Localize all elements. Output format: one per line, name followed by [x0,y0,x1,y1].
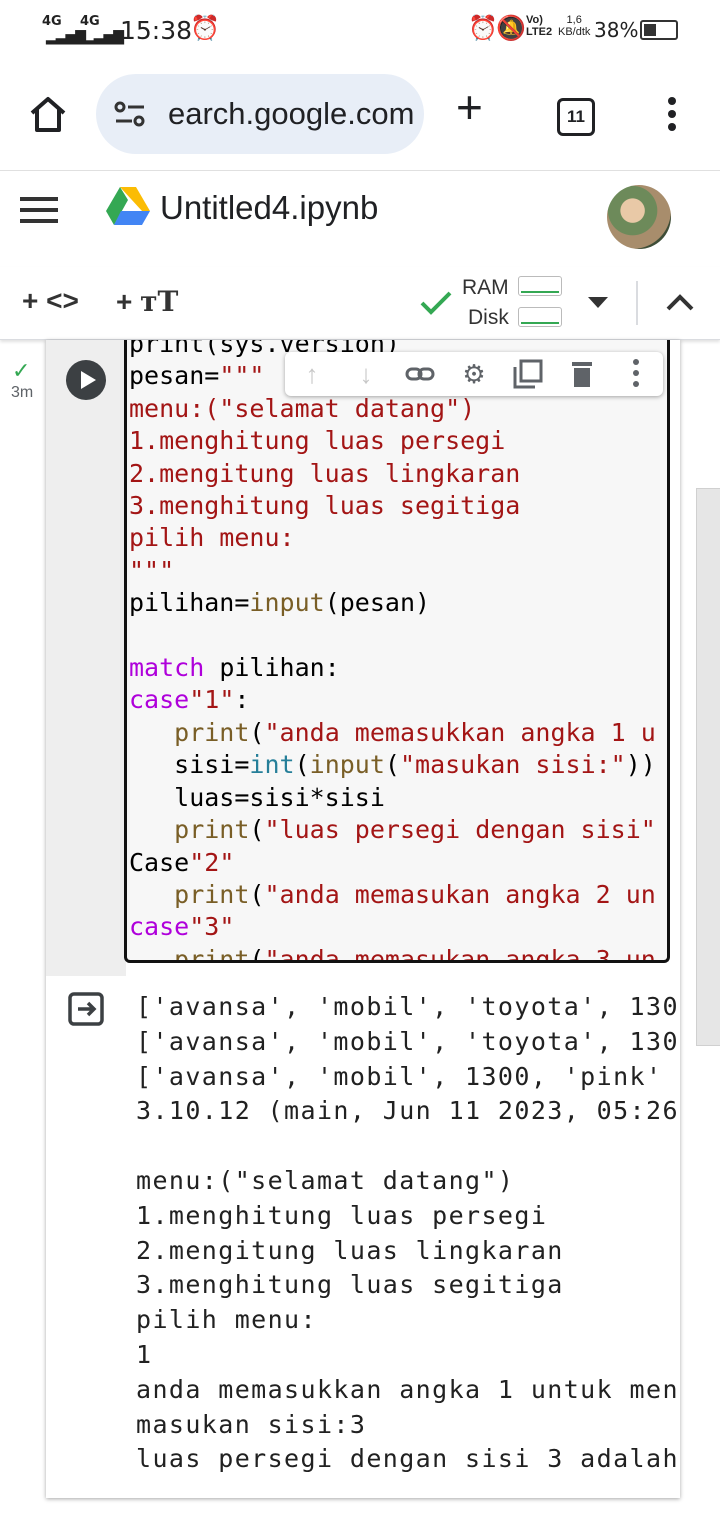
volte-indicator: Vo) LTE2 [526,14,553,38]
code-line: sisi=int(input("masukan sisi:")) [129,750,656,780]
output-text: ['avansa', 'mobil', 'toyota', 130 ['avan… [136,990,679,1477]
tab-switcher-button[interactable]: 11 [557,98,595,136]
output-line: pilih menu: [136,1305,317,1335]
mute-icon: 🔕 [496,15,526,42]
code-line: match pilihan: [129,653,340,683]
output-line: luas persegi dengan sisi 3 adalah [136,1444,679,1474]
signal-bars-icon: ▂▃▅▇ [46,28,86,44]
execution-time: 3m [11,384,34,401]
more-options-icon[interactable] [619,358,653,390]
network-rate: 1,6 KB/dtk [558,14,591,38]
notebook-title[interactable]: Untitled4.ipynb [160,189,378,227]
avatar[interactable] [607,185,671,249]
signal-indicator-1: 4G [42,14,62,29]
more-vert-icon[interactable] [664,96,680,132]
code-line: print("luas persegi dengan sisi" [174,815,656,845]
output-line: 3.menghitung luas segitiga [136,1270,564,1300]
code-line: Case"2" [129,847,235,877]
code-editor[interactable]: print(sys.version) pesan=""" menu:("sela… [124,340,670,963]
delete-icon[interactable] [565,358,599,390]
battery-percentage: 38% [594,18,639,42]
code-line: pesan=""" [129,361,265,391]
signal-bars-icon: ▂▃▅▇ [84,28,124,44]
alarm-icon: ⏰ [468,15,498,42]
code-line: luas=sisi*sisi [129,782,385,812]
home-icon[interactable] [28,94,68,134]
execution-success-icon: ✓ [12,358,31,383]
add-code-cell-button[interactable]: + <> [22,285,79,317]
cell-toolbar: ↑ ↓ ⚙ [285,352,663,396]
output-line: menu:("selamat datang") [136,1165,515,1195]
add-text-cell-button[interactable]: + ᴛT [116,285,178,318]
output-clear-icon[interactable] [68,992,104,1026]
url-text: earch.google.com [168,96,415,131]
output-line: 2.mengitung luas lingkaran [136,1235,564,1265]
ram-meter [518,276,562,296]
code-line: case"1": [129,685,250,715]
disk-meter [518,307,562,327]
move-cell-up-icon[interactable]: ↑ [295,358,329,390]
code-line: pilihan=input(pesan) [129,588,431,618]
notebook-toolbar: + <> + ᴛT RAM Disk [0,267,720,340]
site-settings-icon[interactable] [114,100,146,128]
output-line: ['avansa', 'mobil', 'toyota', 130 [136,992,679,1021]
ram-label: RAM [462,276,509,299]
gear-icon[interactable]: ⚙ [457,358,491,390]
code-line: """ [129,555,175,585]
output-line: masukan sisi:3 [136,1409,367,1439]
code-line: pilih menu: [129,523,295,553]
code-line: 2.mengitung luas lingkaran [129,458,521,488]
cell-output: ['avansa', 'mobil', 'toyota', 130 ['avan… [46,976,680,1498]
code-line: 3.menghitung luas segitiga [129,491,521,521]
address-bar[interactable]: earch.google.com [96,74,424,154]
cell-gutter [46,340,126,976]
signal-indicator-2: 4G [80,14,100,29]
status-bar: 4G ▂▃▅▇ 4G ▂▃▅▇ 15:38 ⏰ ⏰ 🔕 Vo) LTE2 1,6… [0,0,720,58]
battery-icon [640,20,678,40]
run-cell-button[interactable] [66,360,106,400]
alarm-icon: ⏰ [190,15,220,42]
connected-check-icon [420,291,452,315]
menu-icon[interactable] [20,195,60,225]
link-icon[interactable] [403,358,437,390]
output-line: 1 [136,1339,153,1369]
disk-label: Disk [468,306,509,329]
clock: 15:38 [120,16,193,45]
google-drive-icon [106,187,150,225]
output-line: ['avansa', 'mobil', 'toyota', 130 [136,1026,679,1056]
collapse-icon[interactable] [666,293,694,311]
dropdown-arrow-icon[interactable] [588,297,608,309]
output-line: 1.menghitung luas persegi [136,1200,548,1230]
code-line: 1.menghitung luas persegi [129,426,506,456]
output-line: anda memasukkan angka 1 untuk men [136,1374,679,1404]
mirror-cell-icon[interactable] [511,358,545,390]
code-line: print("anda memasukan angka 2 un [174,879,656,909]
scrollbar[interactable] [696,488,720,1046]
new-tab-icon[interactable]: + [456,84,483,130]
resource-monitor[interactable]: RAM Disk [462,273,509,333]
move-cell-down-icon[interactable]: ↓ [349,358,383,390]
code-line: print("anda memasukkan angka 1 u [174,717,656,747]
output-line: 3.10.12 (main, Jun 11 2023, 05:26 [136,1096,679,1126]
toolbar-divider [636,281,638,325]
output-line: ['avansa', 'mobil', 1300, 'pink' [136,1061,663,1091]
code-line: case"3" [129,912,235,942]
colab-header: Untitled4.ipynb [0,171,720,268]
code-line: print("anda memasukan angka 3 un [174,944,656,963]
code-line: menu:("selamat datang") [129,393,476,423]
browser-toolbar: earch.google.com + 11 [0,58,720,171]
